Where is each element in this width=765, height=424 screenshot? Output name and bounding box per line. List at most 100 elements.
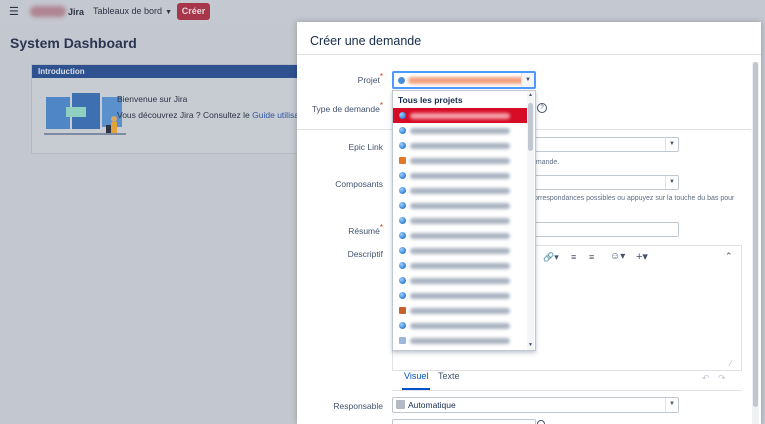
project-option[interactable] [393,318,527,333]
project-option[interactable] [393,168,527,183]
epic-link-select[interactable]: ▼ [532,137,679,152]
emoji-icon[interactable]: ☺▾ [610,251,625,262]
project-name-redacted [410,233,510,239]
app-name[interactable]: Jira [68,7,84,17]
project-dropdown-list[interactable]: Tous les projets ▲ ▼ [392,90,536,351]
project-name-redacted [410,143,510,149]
project-icon [399,247,406,254]
project-option[interactable] [393,123,527,138]
project-option[interactable] [393,243,527,258]
dropdown-arrow-icon[interactable]: ▼ [665,176,678,189]
project-icon [399,337,406,344]
project-option[interactable] [393,273,527,288]
link-icon[interactable]: 🔗▾ [543,252,559,263]
dialog-title: Créer une demande [310,34,422,48]
tab-visual[interactable]: Visuel [404,371,428,381]
description-label: Descriptif [347,249,383,259]
project-icon [399,292,406,299]
project-name-redacted [410,248,510,254]
project-option[interactable] [393,333,527,348]
project-option[interactable] [393,228,527,243]
dropdown-group-heading: Tous les projets [398,95,463,105]
project-option[interactable] [393,138,527,153]
introduction-gadget: Introduction Bienvenue sur Jira Vous déc… [31,64,314,154]
project-name-redacted [410,278,510,284]
project-icon [399,322,406,329]
undo-icon[interactable]: ↶ [702,373,710,384]
project-name-redacted [410,218,510,224]
dropdown-arrow-icon[interactable]: ▼ [665,398,678,412]
scroll-down-arrow-icon[interactable]: ▼ [528,342,533,348]
dialog-header-divider [297,54,761,55]
project-icon [399,217,406,224]
project-name-redacted [410,293,510,299]
components-help-text: s correspondances possibles ou appuyez s… [525,195,735,202]
tab-text[interactable]: Texte [438,371,460,381]
page-title: System Dashboard [10,35,137,51]
project-option-selected[interactable] [393,108,527,123]
issue-type-label: Type de demande* [311,101,383,114]
help-icon[interactable]: ? [537,103,547,113]
project-name-redacted [410,203,510,209]
create-button[interactable]: Créer [177,3,210,20]
project-option[interactable] [393,198,527,213]
dropdown-arrow-icon[interactable]: ▼ [665,138,678,151]
project-icon [399,187,406,194]
hamburger-icon[interactable]: ☰ [9,5,19,18]
bullet-list-icon[interactable]: ≡ [571,252,576,262]
project-name-redacted [410,128,510,134]
project-icon [398,77,405,84]
numbered-list-icon[interactable]: ≡ [589,252,594,262]
project-icon [399,127,406,134]
project-option[interactable] [393,303,527,318]
project-select[interactable]: ▼ [392,71,536,89]
project-name-redacted [410,308,510,314]
epic-help-text: emande. [532,159,560,166]
project-label: Projet* [357,72,383,85]
dialog-scrollbar-thumb[interactable] [753,62,758,407]
required-mark: * [379,72,383,82]
background-right-edge [761,28,765,424]
collapse-toolbar-icon[interactable]: ⌃ [725,251,733,262]
project-name-redacted [410,263,510,269]
resize-handle-icon[interactable]: ∕ [730,359,731,368]
insert-more-icon[interactable]: +▾ [636,250,648,263]
project-icon [399,157,406,164]
avatar-icon [396,400,405,409]
gadget-title: Introduction [32,65,304,78]
project-name-redacted [410,338,510,344]
project-icon [399,277,406,284]
project-icon [399,232,406,239]
project-option[interactable] [393,288,527,303]
scroll-up-arrow-icon[interactable]: ▲ [528,92,533,98]
epic-link-label: Epic Link [348,142,384,152]
dashboards-menu[interactable]: Tableaux de bord ▼ [93,6,172,16]
project-name-redacted [408,77,526,84]
project-option[interactable] [393,258,527,273]
help-icon[interactable] [537,420,545,424]
dashboards-menu-label: Tableaux de bord [93,6,163,16]
project-name-redacted [410,113,510,119]
summary-input[interactable] [532,222,679,237]
project-name-redacted [410,173,510,179]
project-option[interactable] [393,153,527,168]
project-icon [399,142,406,149]
next-field-input[interactable] [392,419,536,424]
required-mark: * [379,101,383,111]
project-option[interactable] [393,183,527,198]
redo-icon[interactable]: ↷ [718,373,726,384]
project-option[interactable] [393,213,527,228]
top-navigation-bar: ☰ Jira Tableaux de bord ▼ Créer [0,0,765,24]
assignee-select[interactable]: Automatique ▼ [392,397,679,413]
welcome-text: Bienvenue sur Jira [117,94,188,104]
dropdown-scrollbar-thumb[interactable] [528,103,533,151]
project-icon [399,307,406,314]
required-mark: * [379,223,383,233]
project-name-redacted [410,188,510,194]
project-icon [399,202,406,209]
editor-tabs-divider [392,390,742,391]
discover-text: Vous découvrez Jira ? Consultez le Guide… [117,110,314,120]
components-label: Composants [335,179,383,189]
dropdown-arrow-icon[interactable]: ▼ [521,73,534,87]
components-select[interactable]: ▼ [532,175,679,190]
